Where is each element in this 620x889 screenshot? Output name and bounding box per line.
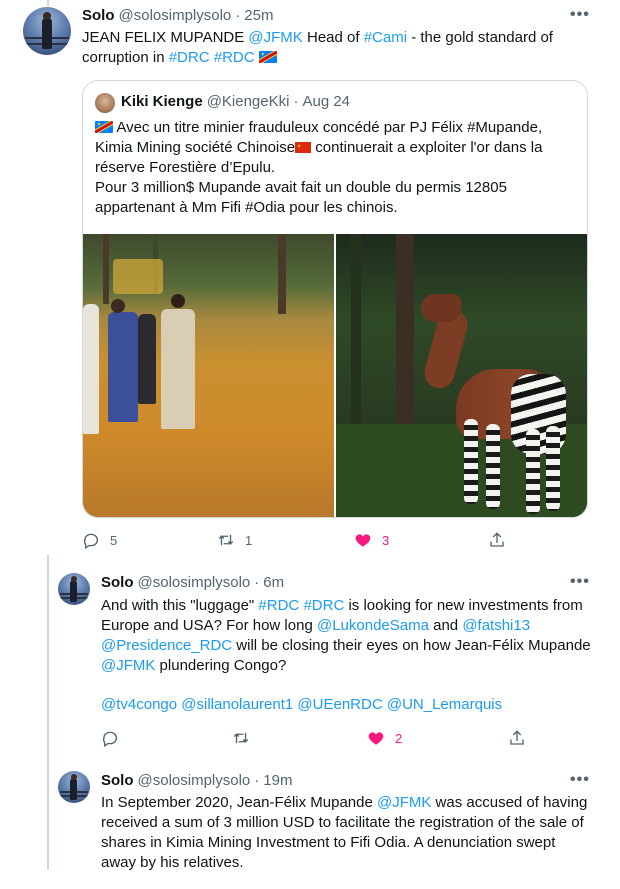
more-options-icon[interactable]: ••• [570,6,590,24]
retweet-icon [218,534,234,546]
mention-link[interactable]: @fatshi13 [462,617,530,634]
mention-link[interactable]: @sillanolaurent1 [181,696,293,713]
author-name[interactable]: Solo [101,574,134,591]
tweet[interactable]: Solo @solosimplysolo · 6m ••• And with t… [0,566,620,766]
mention-link[interactable]: @JFMK [377,794,431,811]
avatar[interactable] [58,573,90,605]
mention-link[interactable]: @UEenRDC [297,696,382,713]
more-options-icon[interactable]: ••• [570,573,590,591]
hashtag-link[interactable]: #RDC [258,597,299,614]
tweet[interactable]: Solo @solosimplysolo · 19m ••• In Septem… [0,764,620,889]
reply-count: 5 [110,532,118,548]
quoted-header: Kiki Kienge @KiengeKki · Aug 24 [121,93,350,110]
author-handle[interactable]: @solosimplysolo [138,772,251,789]
tweet-actions: 2 [101,728,581,748]
text-segment: In September 2020, Jean-Félix Mupande [101,794,377,811]
reply-icon [84,533,99,549]
text-segment: plundering Congo? [155,657,287,674]
quoted-timestamp[interactable]: Aug 24 [302,93,350,110]
china-flag-icon [295,142,312,153]
text-segment: JEAN FELIX MUPANDE [82,29,249,46]
avatar[interactable] [23,7,71,55]
timestamp[interactable]: 6m [263,574,284,591]
hashtag-link[interactable]: #Cami [364,29,407,46]
heart-filled-icon [355,534,371,547]
share-button[interactable] [508,729,526,747]
tweet-mentions-line: @tv4congo @sillanolaurent1 @UEenRDC @UN_… [101,695,591,715]
author-name[interactable]: Solo [82,7,115,24]
reply-button[interactable] [101,729,129,747]
text-segment: And with this "luggage" [101,597,259,614]
text-segment: will be closing their eyes on how Jean-F… [232,637,591,654]
mention-link[interactable]: @JFMK [248,29,302,46]
retweet-count: 1 [245,532,253,548]
mention-link[interactable]: @Presidence_RDC [101,637,232,654]
timestamp[interactable]: 19m [263,772,292,789]
tweet-text: And with this "luggage" #RDC #DRC is loo… [101,596,591,676]
mention-link[interactable]: @UN_Lemarquis [387,696,502,713]
quoted-text-line: Pour 3 million$ Mupande avait fait un do… [95,179,507,216]
separator-dot: · [254,772,260,789]
reply-icon [103,731,118,747]
retweet-button[interactable]: 1 [217,531,252,549]
quoted-author-name[interactable]: Kiki Kienge [121,93,203,110]
retweet-button[interactable] [232,729,260,747]
share-button[interactable] [488,531,506,549]
author-name[interactable]: Solo [101,772,134,789]
drc-flag-icon [258,51,277,63]
tweet[interactable]: Solo @solosimplysolo · 25m ••• JEAN FELI… [0,0,620,560]
share-icon [490,532,504,547]
hashtag-link[interactable]: #RDC [214,49,255,66]
tweet-text: In September 2020, Jean-Félix Mupande @J… [101,793,591,873]
author-handle[interactable]: @solosimplysolo [119,7,232,24]
text-segment: and [428,617,463,634]
like-count: 3 [382,532,390,548]
author-handle[interactable]: @solosimplysolo [138,574,251,591]
tweet-actions: 5 1 3 [82,530,582,550]
share-icon [510,730,524,745]
separator-dot: · [235,7,241,24]
timestamp[interactable]: 25m [244,7,273,24]
separator-dot: · [254,574,260,591]
mention-link[interactable]: @LukondeSama [317,617,429,634]
more-options-icon[interactable]: ••• [570,771,590,789]
quoted-author-handle[interactable]: @KiengeKki [207,93,290,110]
separator-dot: · [293,93,299,110]
like-count: 2 [395,730,403,746]
photo-okapi[interactable] [336,234,587,517]
heart-filled-icon [368,732,384,745]
reply-button[interactable]: 5 [82,531,117,549]
photo-mining-site[interactable] [83,234,334,517]
hashtag-link[interactable]: #DRC [303,597,344,614]
retweet-icon [233,732,249,744]
quoted-text: Avec un titre minier frauduleux concédé … [95,118,575,218]
quoted-tweet[interactable]: Kiki Kienge @KiengeKki · Aug 24 Avec un … [82,80,588,518]
tweet-header: Solo @solosimplysolo · 19m [101,772,292,789]
mention-link[interactable]: @JFMK [101,657,155,674]
mention-link[interactable]: @tv4congo [101,696,177,713]
text-segment: Head of [302,29,364,46]
tweet-text: JEAN FELIX MUPANDE @JFMK Head of #Cami -… [82,28,582,68]
tweet-header: Solo @solosimplysolo · 25m [82,7,273,24]
avatar[interactable] [58,771,90,803]
like-button[interactable]: 3 [354,531,389,549]
like-button[interactable]: 2 [367,729,402,747]
hashtag-link[interactable]: #DRC [169,49,210,66]
tweet-header: Solo @solosimplysolo · 6m [101,574,284,591]
drc-flag-icon [95,121,113,133]
quoted-avatar[interactable] [95,93,115,113]
